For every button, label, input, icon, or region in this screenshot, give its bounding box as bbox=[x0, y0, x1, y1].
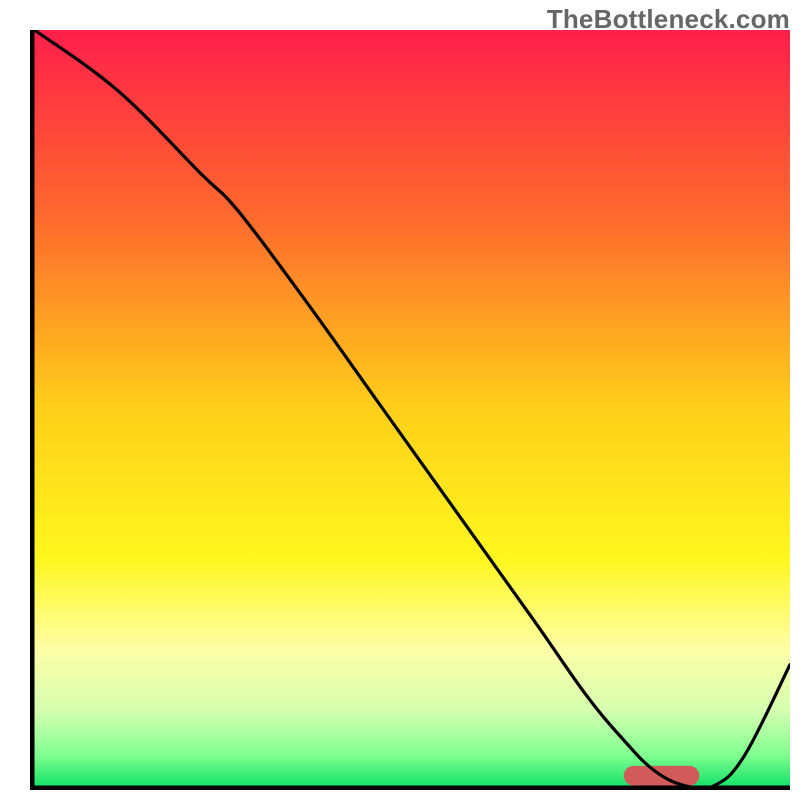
chart-svg bbox=[30, 30, 790, 790]
gradient-background bbox=[35, 30, 791, 786]
plot-area bbox=[30, 30, 790, 790]
chart-stage: TheBottleneck.com bbox=[0, 0, 800, 800]
